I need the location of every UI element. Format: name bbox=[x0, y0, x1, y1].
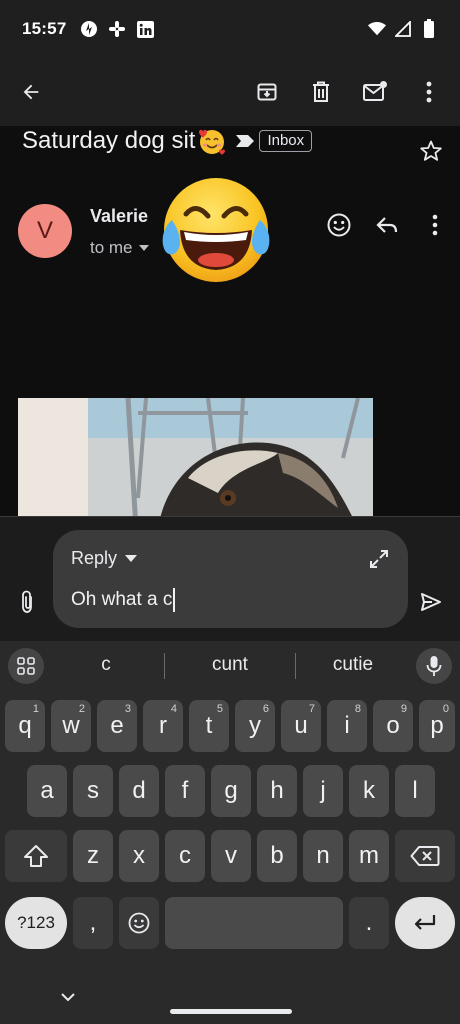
reply-mode-dropdown[interactable]: Reply bbox=[71, 548, 138, 569]
apps-grid-icon[interactable] bbox=[8, 648, 44, 684]
linkedin-icon bbox=[136, 20, 154, 38]
inbox-label-chip[interactable]: Inbox bbox=[259, 130, 313, 152]
reply-mode-label: Reply bbox=[71, 548, 118, 568]
notification-icons bbox=[80, 20, 154, 38]
key-q[interactable]: q1 bbox=[5, 700, 45, 752]
system-icons bbox=[368, 19, 438, 38]
backspace-key[interactable] bbox=[395, 830, 455, 882]
key-a[interactable]: a bbox=[27, 765, 67, 817]
system-navigation-bar bbox=[0, 975, 460, 1024]
slack-icon bbox=[108, 20, 126, 38]
key-l[interactable]: l bbox=[395, 765, 435, 817]
notification-app-icon bbox=[80, 20, 98, 38]
key-o[interactable]: o9 bbox=[373, 700, 413, 752]
period-key[interactable]: . bbox=[349, 897, 389, 949]
key-f[interactable]: f bbox=[165, 765, 205, 817]
more-vert-icon[interactable] bbox=[416, 79, 442, 105]
status-time: 15:57 bbox=[22, 19, 67, 38]
send-icon[interactable] bbox=[418, 589, 444, 615]
wifi-icon bbox=[368, 20, 386, 38]
on-screen-keyboard: c cunt cutie q1 w2 e3 r4 t5 y6 u7 i8 o9 … bbox=[0, 641, 460, 1024]
key-y[interactable]: y6 bbox=[235, 700, 275, 752]
key-b[interactable]: b bbox=[257, 830, 297, 882]
more-vert-icon[interactable] bbox=[422, 212, 448, 238]
text-cursor bbox=[173, 588, 176, 612]
key-h[interactable]: h bbox=[257, 765, 297, 817]
status-bar: 15:57 bbox=[0, 0, 460, 58]
mark-unread-icon[interactable] bbox=[362, 79, 388, 105]
email-subject: Saturday dog sit bbox=[22, 127, 196, 154]
recipient-details-toggle[interactable]: to me bbox=[90, 238, 149, 258]
sender-name: Valerie bbox=[90, 206, 149, 226]
subject-row: Saturday dog sit Inbox bbox=[22, 126, 313, 156]
message-actions bbox=[326, 212, 448, 238]
home-gesture-pill[interactable] bbox=[170, 1009, 292, 1014]
shift-icon bbox=[24, 845, 48, 867]
chevron-down-icon bbox=[138, 245, 149, 251]
reply-draft-text: Oh what a c bbox=[71, 589, 173, 610]
key-u[interactable]: u7 bbox=[281, 700, 321, 752]
tears-of-joy-emoji-icon bbox=[162, 178, 270, 282]
expand-icon[interactable] bbox=[366, 546, 392, 572]
cellular-signal-icon bbox=[394, 20, 412, 38]
key-r[interactable]: r4 bbox=[143, 700, 183, 752]
key-e[interactable]: e3 bbox=[97, 700, 137, 752]
archive-icon[interactable] bbox=[254, 79, 280, 105]
comma-key[interactable]: , bbox=[73, 897, 113, 949]
key-z[interactable]: z bbox=[73, 830, 113, 882]
email-content: Saturday dog sit Inbox V Valerie to me bbox=[0, 126, 460, 516]
smiling-hearts-emoji-icon bbox=[199, 129, 226, 155]
recipient-text: to me bbox=[90, 238, 133, 257]
key-k[interactable]: k bbox=[349, 765, 389, 817]
emoji-key-icon bbox=[128, 912, 150, 934]
key-g[interactable]: g bbox=[211, 765, 251, 817]
back-arrow-icon[interactable] bbox=[18, 79, 44, 105]
key-w[interactable]: w2 bbox=[51, 700, 91, 752]
key-v[interactable]: v bbox=[211, 830, 251, 882]
key-x[interactable]: x bbox=[119, 830, 159, 882]
reply-text-input[interactable]: Oh what a c bbox=[71, 588, 176, 612]
backspace-icon bbox=[410, 846, 440, 866]
suggestion-3[interactable]: cutie bbox=[299, 641, 407, 689]
quick-reply-panel: Reply Oh what a c bbox=[0, 516, 460, 641]
suggestion-divider bbox=[164, 653, 165, 679]
key-s[interactable]: s bbox=[73, 765, 113, 817]
hide-keyboard-chevron-icon[interactable] bbox=[60, 989, 76, 1007]
email-toolbar bbox=[0, 58, 460, 126]
key-n[interactable]: n bbox=[303, 830, 343, 882]
reply-icon[interactable] bbox=[374, 212, 400, 238]
key-t[interactable]: t5 bbox=[189, 700, 229, 752]
key-i[interactable]: i8 bbox=[327, 700, 367, 752]
suggestion-2[interactable]: cunt bbox=[168, 641, 292, 689]
key-p[interactable]: p0 bbox=[419, 700, 455, 752]
reply-compose-box[interactable]: Reply Oh what a c bbox=[53, 530, 408, 628]
emoji-key[interactable] bbox=[119, 897, 159, 949]
key-m[interactable]: m bbox=[349, 830, 389, 882]
star-icon[interactable] bbox=[418, 138, 444, 164]
paperclip-icon[interactable] bbox=[14, 589, 40, 615]
space-key[interactable] bbox=[165, 897, 343, 949]
enter-icon bbox=[414, 915, 436, 930]
emoji-react-icon[interactable] bbox=[326, 212, 352, 238]
sender-avatar[interactable]: V bbox=[18, 204, 72, 258]
key-j[interactable]: j bbox=[303, 765, 343, 817]
dog-photo-attachment[interactable] bbox=[18, 398, 373, 516]
delete-icon[interactable] bbox=[308, 79, 334, 105]
suggestion-divider bbox=[295, 653, 296, 679]
chevron-down-icon bbox=[125, 555, 138, 562]
key-c[interactable]: c bbox=[165, 830, 205, 882]
suggestion-1[interactable]: c bbox=[50, 641, 162, 689]
battery-icon bbox=[420, 19, 438, 38]
importance-marker-icon bbox=[236, 135, 255, 147]
shift-key[interactable] bbox=[5, 830, 67, 882]
symbols-key[interactable]: ?123 bbox=[5, 897, 67, 949]
mic-icon[interactable] bbox=[416, 648, 452, 684]
suggestion-strip: c cunt cutie bbox=[0, 641, 460, 691]
enter-key[interactable] bbox=[395, 897, 455, 949]
key-d[interactable]: d bbox=[119, 765, 159, 817]
